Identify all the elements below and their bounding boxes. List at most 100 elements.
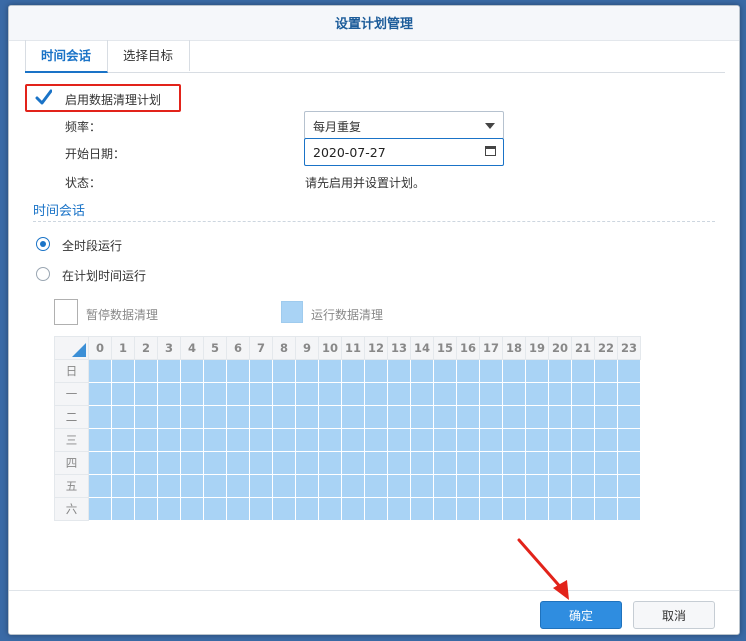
schedule-cell[interactable] <box>272 382 296 406</box>
schedule-cell[interactable] <box>617 428 641 452</box>
schedule-cell[interactable] <box>410 428 434 452</box>
schedule-cell[interactable] <box>548 451 572 475</box>
schedule-cell[interactable] <box>157 451 181 475</box>
day-header[interactable]: 四 <box>54 451 89 475</box>
schedule-cell[interactable] <box>502 405 526 429</box>
schedule-cell[interactable] <box>88 382 112 406</box>
hour-header[interactable]: 20 <box>548 336 572 360</box>
enable-schedule-checkbox[interactable] <box>35 89 52 106</box>
schedule-cell[interactable] <box>479 451 503 475</box>
schedule-cell[interactable] <box>456 497 480 521</box>
schedule-cell[interactable] <box>134 451 158 475</box>
day-header[interactable]: 三 <box>54 428 89 452</box>
hour-header[interactable]: 10 <box>318 336 342 360</box>
hour-header[interactable]: 3 <box>157 336 181 360</box>
schedule-cell[interactable] <box>295 474 319 498</box>
schedule-cell[interactable] <box>433 451 457 475</box>
schedule-cell[interactable] <box>571 497 595 521</box>
tab-time-session[interactable]: 时间会话 <box>25 40 109 73</box>
schedule-cell[interactable] <box>479 474 503 498</box>
schedule-cell[interactable] <box>180 497 204 521</box>
schedule-cell[interactable] <box>341 359 365 383</box>
schedule-cell[interactable] <box>134 497 158 521</box>
schedule-cell[interactable] <box>203 359 227 383</box>
select-all-corner[interactable] <box>54 336 89 360</box>
schedule-cell[interactable] <box>456 474 480 498</box>
schedule-cell[interactable] <box>134 359 158 383</box>
schedule-cell[interactable] <box>502 359 526 383</box>
schedule-cell[interactable] <box>410 359 434 383</box>
hour-header[interactable]: 22 <box>594 336 618 360</box>
schedule-cell[interactable] <box>502 382 526 406</box>
schedule-cell[interactable] <box>295 382 319 406</box>
schedule-cell[interactable] <box>157 382 181 406</box>
hour-header[interactable]: 5 <box>203 336 227 360</box>
schedule-cell[interactable] <box>88 405 112 429</box>
schedule-cell[interactable] <box>548 359 572 383</box>
schedule-cell[interactable] <box>295 497 319 521</box>
schedule-cell[interactable] <box>502 474 526 498</box>
schedule-cell[interactable] <box>456 405 480 429</box>
day-header[interactable]: 二 <box>54 405 89 429</box>
schedule-cell[interactable] <box>571 428 595 452</box>
schedule-cell[interactable] <box>479 405 503 429</box>
schedule-cell[interactable] <box>180 474 204 498</box>
hour-header[interactable]: 14 <box>410 336 434 360</box>
cancel-button[interactable]: 取消 <box>633 601 715 629</box>
hour-header[interactable]: 23 <box>617 336 641 360</box>
schedule-cell[interactable] <box>295 359 319 383</box>
schedule-cell[interactable] <box>111 474 135 498</box>
schedule-cell[interactable] <box>295 405 319 429</box>
schedule-cell[interactable] <box>525 474 549 498</box>
schedule-cell[interactable] <box>479 497 503 521</box>
schedule-cell[interactable] <box>203 451 227 475</box>
schedule-cell[interactable] <box>249 405 273 429</box>
calendar-icon[interactable] <box>485 146 496 156</box>
schedule-cell[interactable] <box>387 451 411 475</box>
schedule-cell[interactable] <box>548 497 572 521</box>
schedule-cell[interactable] <box>88 359 112 383</box>
hour-header[interactable]: 6 <box>226 336 250 360</box>
schedule-cell[interactable] <box>157 359 181 383</box>
schedule-cell[interactable] <box>226 451 250 475</box>
schedule-cell[interactable] <box>272 474 296 498</box>
schedule-cell[interactable] <box>111 382 135 406</box>
hour-header[interactable]: 15 <box>433 336 457 360</box>
schedule-cell[interactable] <box>571 382 595 406</box>
schedule-cell[interactable] <box>548 405 572 429</box>
schedule-cell[interactable] <box>364 497 388 521</box>
schedule-cell[interactable] <box>364 382 388 406</box>
schedule-cell[interactable] <box>157 428 181 452</box>
tab-select-target[interactable]: 选择目标 <box>107 40 191 71</box>
day-header[interactable]: 一 <box>54 382 89 406</box>
schedule-cell[interactable] <box>111 428 135 452</box>
schedule-cell[interactable] <box>410 382 434 406</box>
schedule-cell[interactable] <box>203 474 227 498</box>
schedule-cell[interactable] <box>341 382 365 406</box>
schedule-cell[interactable] <box>410 497 434 521</box>
hour-header[interactable]: 2 <box>134 336 158 360</box>
schedule-cell[interactable] <box>249 359 273 383</box>
schedule-cell[interactable] <box>111 497 135 521</box>
schedule-cell[interactable] <box>226 359 250 383</box>
day-header[interactable]: 五 <box>54 474 89 498</box>
schedule-cell[interactable] <box>295 428 319 452</box>
schedule-cell[interactable] <box>525 497 549 521</box>
schedule-cell[interactable] <box>111 405 135 429</box>
hour-header[interactable]: 9 <box>295 336 319 360</box>
schedule-cell[interactable] <box>203 497 227 521</box>
schedule-cell[interactable] <box>226 428 250 452</box>
hour-header[interactable]: 16 <box>456 336 480 360</box>
schedule-cell[interactable] <box>226 474 250 498</box>
schedule-cell[interactable] <box>180 359 204 383</box>
schedule-cell[interactable] <box>433 474 457 498</box>
schedule-cell[interactable] <box>180 428 204 452</box>
schedule-cell[interactable] <box>594 451 618 475</box>
schedule-cell[interactable] <box>594 474 618 498</box>
radio-all-time-label[interactable]: 全时段运行 <box>62 237 122 254</box>
schedule-cell[interactable] <box>157 474 181 498</box>
schedule-cell[interactable] <box>180 451 204 475</box>
schedule-cell[interactable] <box>548 382 572 406</box>
schedule-cell[interactable] <box>134 382 158 406</box>
schedule-cell[interactable] <box>617 451 641 475</box>
